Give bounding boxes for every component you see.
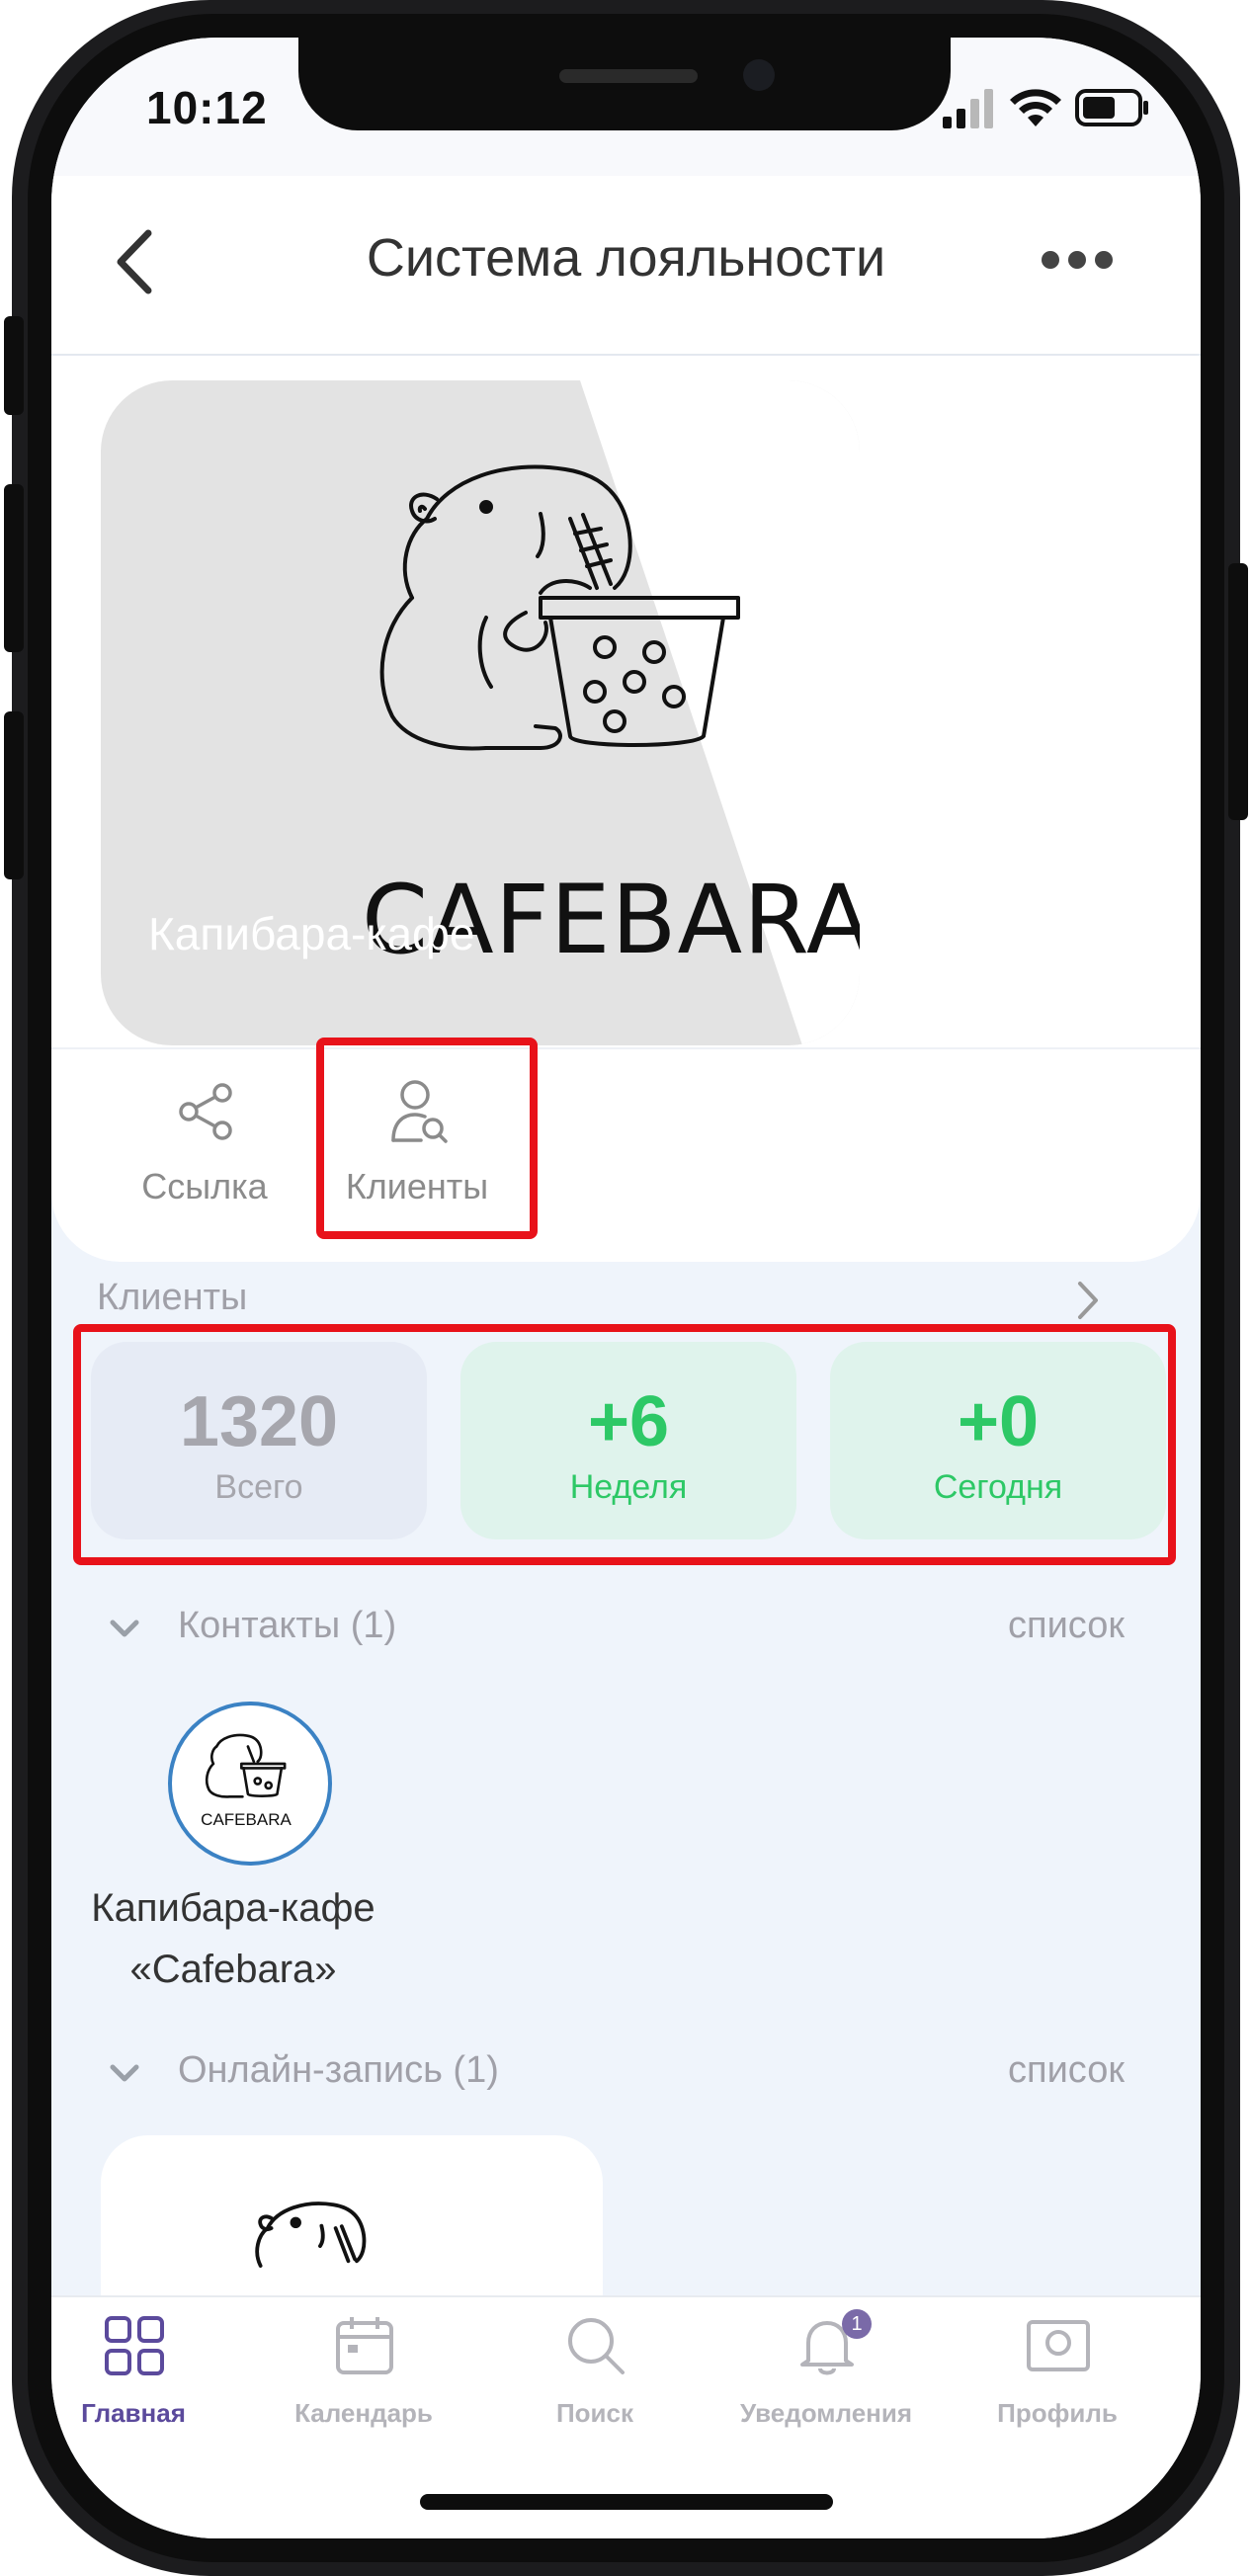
power-button	[1228, 563, 1248, 820]
capybara-logo-image	[379, 464, 740, 751]
tab-link-label: Ссылка	[141, 1166, 268, 1206]
nav-search[interactable]: Поиск	[496, 2315, 694, 2434]
highlight-clients-tab	[316, 1038, 538, 1239]
contact-name-line1: Капибара-кафе	[91, 1886, 376, 1930]
nav-calendar-label: Календарь	[294, 2398, 433, 2428]
share-icon	[179, 1083, 232, 1140]
calendar-icon	[336, 2317, 393, 2374]
speaker	[559, 69, 698, 83]
tab-bar: Ссылка Клиенты	[51, 1047, 1201, 1262]
grid-icon	[105, 2316, 164, 2375]
nav-home-label: Главная	[81, 2398, 186, 2428]
volume-up-button	[4, 484, 24, 652]
hero-title: Капибара-кафе	[148, 908, 475, 959]
signal-icon	[943, 89, 993, 128]
search-icon	[568, 2318, 625, 2374]
profile-card-icon	[1027, 2320, 1090, 2371]
nav-home[interactable]: Главная	[51, 2315, 232, 2434]
status-time: 10:12	[146, 82, 268, 133]
highlight-stats	[73, 1324, 1176, 1565]
capybara-avatar-image	[205, 1733, 287, 1798]
front-camera	[743, 59, 775, 91]
battery-icon	[1075, 89, 1148, 126]
nav-notifications[interactable]: 1 Уведомления	[727, 2309, 925, 2434]
tab-link[interactable]: Ссылка	[121, 1079, 289, 1227]
booking-list-link[interactable]: список	[1008, 2049, 1125, 2092]
notch	[298, 38, 951, 130]
contact-name[interactable]: Капибара-кафе «Cafebara»	[51, 1877, 415, 2000]
nav-calendar[interactable]: Календарь	[265, 2315, 462, 2434]
avatar[interactable]: CAFEBARA	[168, 1702, 332, 1866]
volume-down-button	[4, 711, 24, 879]
notification-badge: 1	[842, 2309, 872, 2339]
wifi-icon	[1010, 89, 1061, 126]
avatar-brand-text: CAFEBARA	[201, 1810, 292, 1829]
nav-notifications-label: Уведомления	[739, 2398, 913, 2428]
nav-profile-label: Профиль	[997, 2398, 1118, 2428]
home-indicator[interactable]	[420, 2494, 833, 2510]
clients-section-title: Клиенты	[97, 1277, 248, 1318]
more-dots-icon[interactable]	[1040, 247, 1115, 273]
page-title: Система лояльности	[366, 228, 886, 288]
app-header: Система лояльности	[51, 176, 1201, 354]
contact-name-line2: «Cafebara»	[129, 1948, 337, 1991]
contacts-section-title[interactable]: Контакты (1)	[178, 1605, 396, 1647]
chevron-down-icon[interactable]	[109, 1619, 140, 1640]
chevron-down-icon[interactable]	[109, 2063, 140, 2085]
nav-search-label: Поиск	[555, 2398, 634, 2428]
booking-section-title[interactable]: Онлайн-запись (1)	[178, 2049, 499, 2092]
mute-switch	[4, 316, 24, 415]
nav-profile[interactable]: Профиль	[959, 2315, 1156, 2434]
chevron-right-icon[interactable]	[1075, 1279, 1101, 1322]
phone-screen: 10:12 Система лояльности CAFEBARA Капиба…	[51, 38, 1201, 2538]
contacts-list-link[interactable]: список	[1008, 1605, 1125, 1647]
